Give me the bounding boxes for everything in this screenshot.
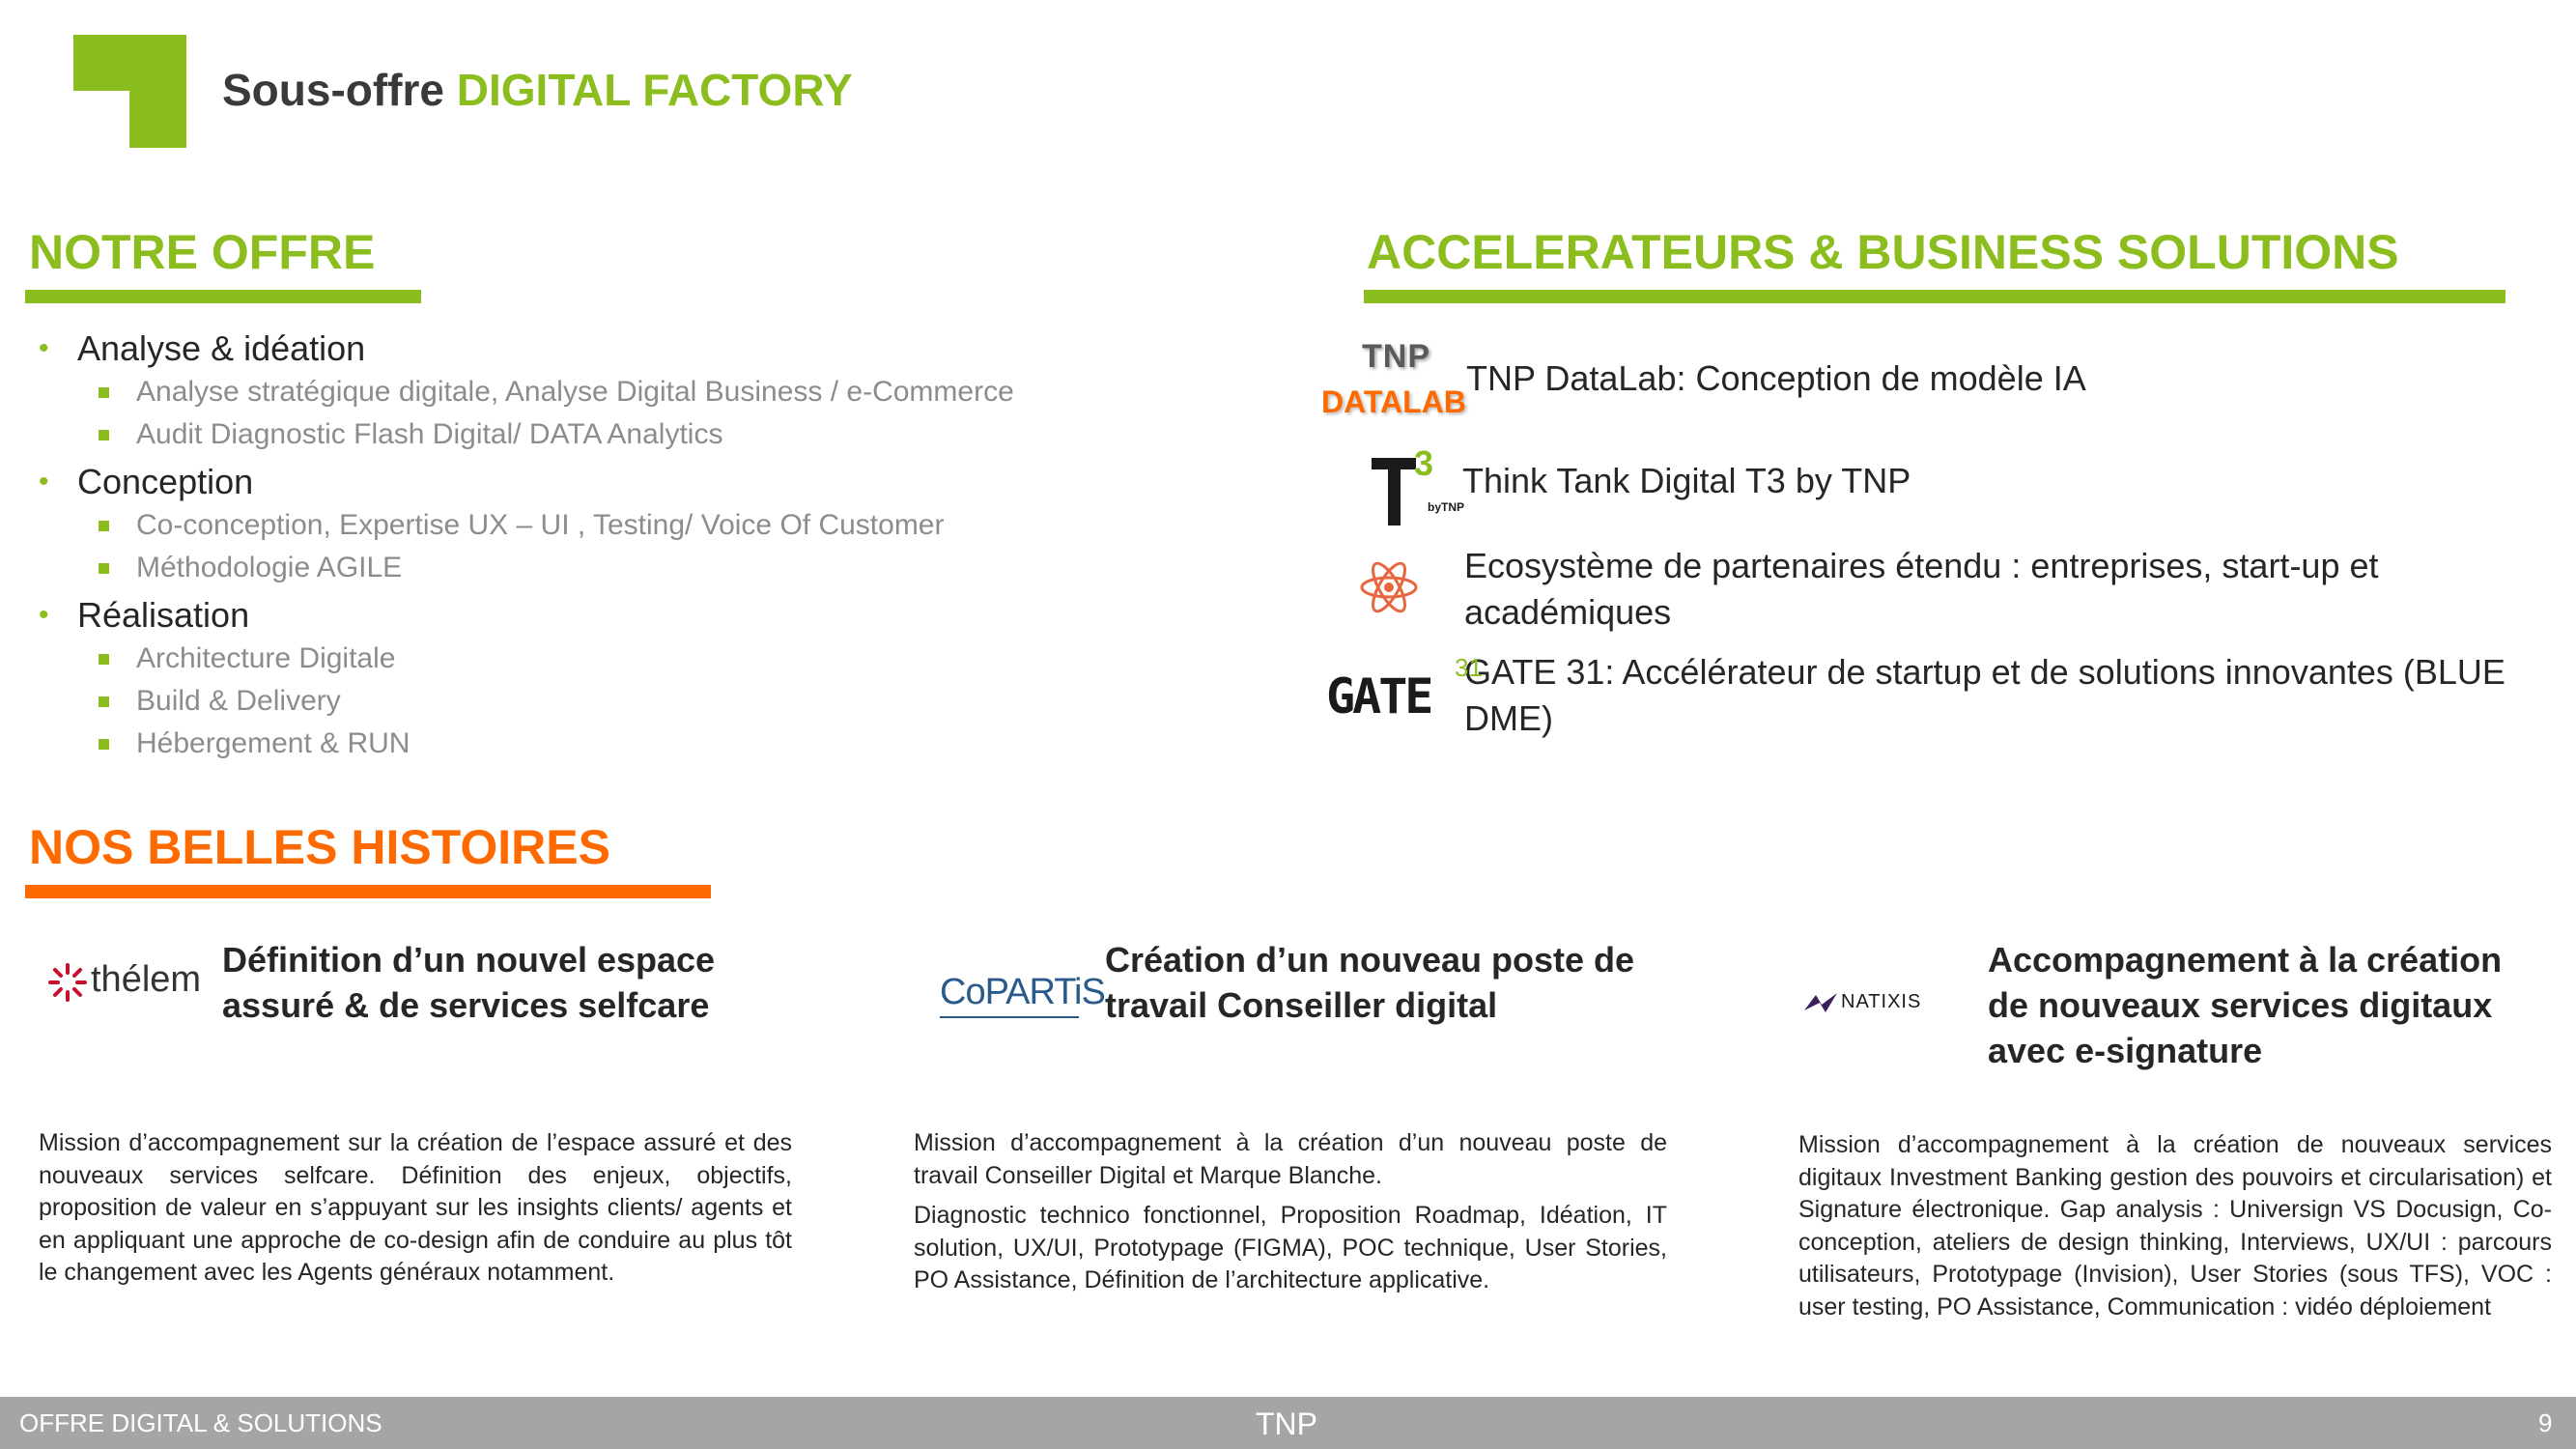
accelerator-text: Ecosystème de partenaires étendu : entre… (1464, 546, 2379, 632)
story-title: Accompagnement à la création de nouveaux… (1988, 940, 2503, 1070)
bullet-dot-icon: • (39, 332, 49, 364)
story-paragraph: Diagnostic technico fonctionnel, Proposi… (914, 1202, 1667, 1293)
offer-item: Co-conception, Expertise UX – UI , Testi… (39, 504, 1285, 547)
square-bullet-icon (99, 562, 109, 574)
offer-item: Build & Delivery (39, 680, 1285, 723)
story-description: Mission d’accompagnement à la création d… (1798, 1129, 2552, 1331)
gate31-logo: GATE 31 (1314, 649, 1483, 746)
square-bullet-icon (99, 738, 109, 750)
t3-logo-subtext: byTNP (1428, 500, 1465, 514)
square-bullet-icon (99, 429, 109, 440)
accelerator-text: Think Tank Digital T3 by TNP (1462, 461, 1911, 500)
copartis-logo: CoPARTiS (940, 966, 1106, 1024)
offer-group-label: • Conception (39, 462, 254, 501)
atom-icon-shape (1360, 561, 1418, 613)
copartis-logo-text: CoPARTiS (940, 972, 1106, 1012)
bullet-dot-icon: • (39, 466, 49, 497)
offer-heading: NOTRE OFFRE (29, 225, 376, 279)
tnp-datalab-logo: TNP DATALAB (1314, 338, 1478, 435)
story-description: Mission d’accompagnement sur la création… (39, 1127, 792, 1297)
offer-group-label: • Réalisation (39, 595, 250, 635)
square-bullet-icon (99, 386, 109, 398)
t3-logo-mark: 3 (1372, 444, 1433, 526)
thelem-sun-icon (48, 963, 87, 1002)
datalab-logo-top: TNP (1362, 338, 1430, 375)
natixis-wing-icon (1804, 993, 1837, 1012)
svg-text:3: 3 (1414, 444, 1433, 483)
gate-logo-text: GATE (1326, 668, 1433, 724)
stories-heading: NOS BELLES HISTOIRES (29, 820, 610, 874)
offer-heading-rule (25, 290, 421, 303)
story-paragraph: Mission d’accompagnement sur la création… (39, 1129, 792, 1286)
accelerator-item: 3 byTNP Think Tank Digital T3 by TNP (1314, 442, 2550, 539)
footer-left-label: OFFRE DIGITAL & SOLUTIONS (19, 1408, 382, 1437)
stories-heading-rule (25, 885, 711, 898)
offer-group: • Analyse & idéation Analyse stratégique … (39, 327, 1285, 456)
offer-item: Hébergement & RUN (39, 723, 1285, 765)
thelem-logo: thélem (44, 952, 202, 1019)
bullet-dot-icon: • (39, 599, 49, 631)
story-paragraph: Mission d’accompagnement à la création d… (1798, 1131, 2552, 1321)
natixis-logo: NATIXIS (1802, 985, 1947, 1024)
story-title: Définition d’un nouvel espace assuré & d… (222, 940, 716, 1025)
accelerator-text: GATE 31: Accélérateur de startup et de s… (1464, 652, 2505, 738)
gate-logo-number: 31 (1455, 653, 1483, 682)
brand-corner-logo (73, 35, 186, 148)
footer-bar: OFFRE DIGITAL & SOLUTIONS TNP 9 (0, 1397, 2576, 1449)
offer-group: • Conception Co-conception, Expertise UX … (39, 460, 1285, 589)
page-title: Sous-offre DIGITAL FACTORY (222, 64, 853, 116)
square-bullet-icon (99, 520, 109, 531)
t3-logo: 3 byTNP (1314, 442, 1478, 539)
square-bullet-icon (99, 696, 109, 707)
story-description: Mission d’accompagnement à la création d… (914, 1127, 1667, 1305)
accelerator-text: TNP DataLab: Conception de modèle IA (1466, 358, 2086, 398)
title-accent: DIGITAL FACTORY (456, 65, 853, 115)
page-number: 9 (2538, 1408, 2553, 1437)
square-bullet-icon (99, 653, 109, 665)
offer-group-label: • Analyse & idéation (39, 328, 366, 368)
title-prefix: Sous-offre (222, 65, 444, 115)
offer-item: Architecture Digitale (39, 638, 1285, 680)
accelerator-item: GATE 31 GATE 31: Accélérateur de startup… (1314, 649, 2550, 746)
offer-group: • Réalisation Architecture Digitale Build… (39, 593, 1285, 765)
offer-item: Méthodologie AGILE (39, 547, 1285, 589)
thelem-logo-text: thélem (91, 959, 202, 1000)
copartis-logo-underline (940, 1016, 1079, 1018)
atom-icon (1314, 543, 1478, 639)
offer-item: Audit Diagnostic Flash Digital/ DATA Ana… (39, 413, 1285, 456)
story-title: Création d’un nouveau poste de travail C… (1105, 940, 1635, 1025)
offer-item: Analyse stratégique digitale, Analyse Di… (39, 371, 1285, 413)
accelerator-item: TNP DATALAB TNP DataLab: Conception de m… (1314, 338, 2550, 435)
accelerators-heading-rule (1364, 290, 2505, 303)
accelerator-item: Ecosystème de partenaires étendu : entre… (1314, 543, 2550, 639)
accelerators-heading: ACCELERATEURS & BUSINESS SOLUTIONS (1367, 225, 2399, 279)
footer-center-label: TNP (1256, 1406, 1317, 1441)
natixis-logo-text: NATIXIS (1841, 991, 1922, 1012)
offer-list: • Analyse & idéation Analyse stratégique … (39, 327, 1285, 769)
story-paragraph: Mission d’accompagnement à la création d… (914, 1129, 1667, 1189)
datalab-logo-bottom: DATALAB (1321, 384, 1466, 419)
